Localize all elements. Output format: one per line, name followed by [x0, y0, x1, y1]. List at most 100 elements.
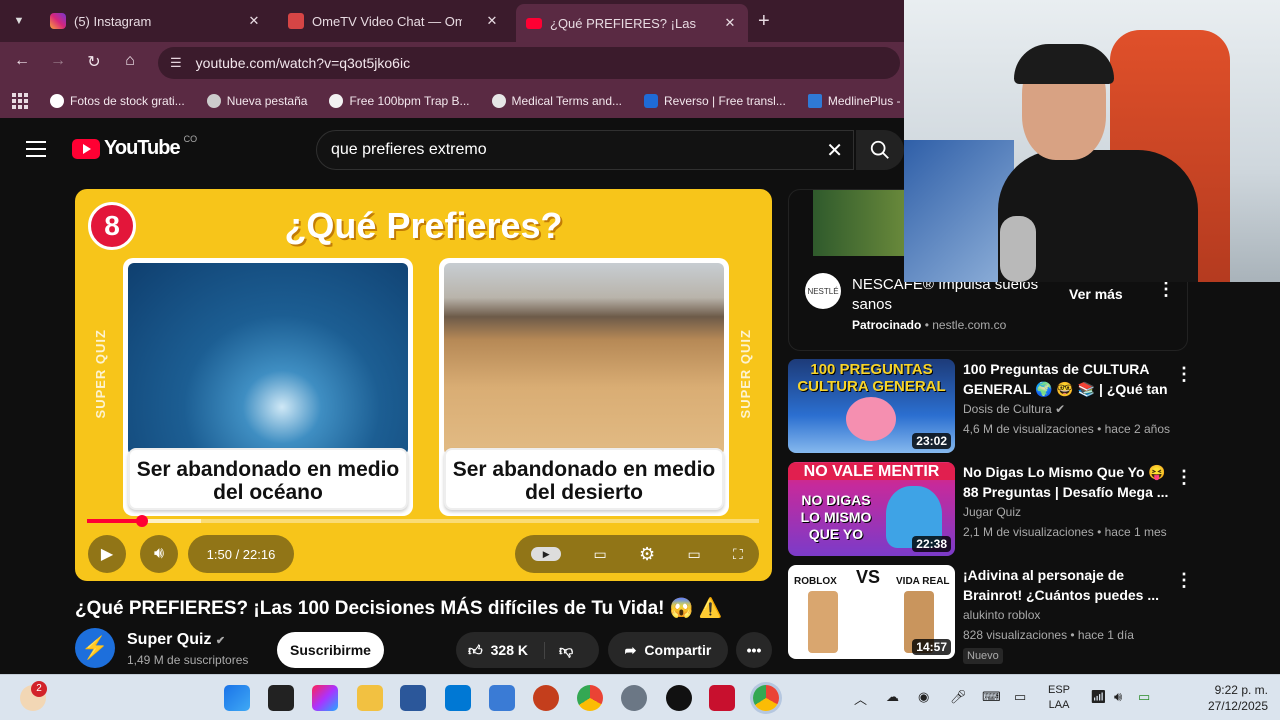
play-button[interactable]: ▶: [88, 535, 126, 573]
obs-icon[interactable]: [666, 685, 692, 711]
play-icon: ▶: [100, 546, 114, 563]
back-button[interactable]: ←: [10, 52, 34, 70]
dislike-button[interactable]: 👎︎: [545, 642, 573, 659]
volume-tray-icon[interactable]: 🔊︎: [1114, 689, 1122, 705]
bookmark-item[interactable]: Fotos de stock grati...: [50, 94, 185, 108]
fullscreen-icon[interactable]: ⛶: [733, 546, 743, 563]
close-tab-icon[interactable]: ✕: [722, 15, 738, 31]
video-progress-bar[interactable]: [87, 515, 759, 527]
settings-icon[interactable]: [621, 685, 647, 711]
video-player[interactable]: ¿Qué Prefieres? 8 SUPER QUIZ SUPER QUIZ …: [75, 189, 772, 581]
bookmark-favicon-icon: [329, 94, 344, 108]
notification-badge: 2: [31, 681, 47, 697]
close-tab-icon[interactable]: ✕: [484, 13, 500, 29]
word-icon[interactable]: [400, 685, 426, 711]
tab-search-button[interactable]: ▼: [6, 8, 32, 34]
video-menu-icon[interactable]: ⋮: [1175, 468, 1193, 486]
bookmark-item[interactable]: Reverso | Free transl...: [644, 94, 786, 108]
windows-start-icon[interactable]: [224, 685, 250, 711]
taskbar: 2 ︿ ☁ ◉ 🎤︎ ⌨ ▭ ESP LAA 📶︎ 🔊︎ ▭ 9:22 p. m.…: [0, 674, 1280, 720]
chrome-icon[interactable]: [577, 685, 603, 711]
task-view-icon[interactable]: [268, 685, 294, 711]
volume-button[interactable]: 🔊︎: [140, 535, 178, 573]
ad-menu-icon[interactable]: ⋮: [1157, 280, 1175, 298]
video-duration: 14:57: [912, 639, 951, 655]
recommended-video[interactable]: NO VALE MENTIR NO DIGAS LO MISMO QUE YO …: [788, 462, 1208, 558]
video-thumbnail: NO VALE MENTIR NO DIGAS LO MISMO QUE YO …: [788, 462, 955, 556]
search-icon: [870, 140, 889, 159]
search-button[interactable]: [856, 130, 904, 170]
chevron-up-icon[interactable]: ︿: [854, 689, 867, 708]
keyboard-icon[interactable]: ⌨: [982, 689, 1001, 705]
option-left-label: Ser abandonado en medio del océano: [128, 448, 408, 510]
input-language[interactable]: ESP LAA: [1048, 683, 1070, 713]
address-bar[interactable]: ☰ youtube.com/watch?v=q3ot5jko6ic: [158, 47, 900, 79]
chrome-profile-icon[interactable]: [753, 685, 779, 711]
search-input[interactable]: que prefieres extremo ✕: [316, 130, 854, 170]
reload-button[interactable]: ↻: [82, 52, 106, 72]
like-button[interactable]: 👍︎ 328 K: [468, 641, 545, 659]
tab-instagram[interactable]: (5) Instagram ✕: [40, 6, 272, 36]
file-explorer-icon[interactable]: [357, 685, 383, 711]
autoplay-toggle[interactable]: ▶: [531, 547, 562, 561]
clear-search-icon[interactable]: ✕: [826, 138, 843, 163]
microphone-icon[interactable]: 🎤︎: [950, 689, 967, 705]
channel-name[interactable]: alukinto roblox: [963, 608, 1040, 622]
home-button[interactable]: ⌂: [118, 52, 142, 70]
theater-mode-icon[interactable]: ▭: [687, 546, 700, 563]
tab-ometv[interactable]: OmeTV Video Chat — Omegle ✕: [278, 6, 510, 36]
played-bar: [87, 519, 142, 523]
settings-gear-icon[interactable]: ⚙: [639, 544, 655, 565]
youtube-logo[interactable]: YouTube CO: [72, 134, 197, 160]
video-title: ¿Qué PREFIERES? ¡Las 100 Decisiones MÁS …: [75, 598, 723, 619]
share-button[interactable]: ➦ Compartir: [608, 632, 728, 668]
forward-button[interactable]: →: [46, 52, 70, 70]
option-right-label: Ser abandonado en medio del desierto: [444, 448, 724, 510]
bookmark-item[interactable]: MedlinePlus - Inf: [807, 94, 917, 108]
more-actions-button[interactable]: •••: [736, 632, 772, 668]
channel-name[interactable]: Jugar Quiz: [963, 505, 1021, 519]
close-tab-icon[interactable]: ✕: [246, 13, 262, 29]
youtube-icon: [526, 17, 542, 29]
video-menu-icon[interactable]: ⋮: [1175, 365, 1193, 383]
mcafee-icon[interactable]: [709, 685, 735, 711]
teams-icon[interactable]: ◉: [918, 689, 929, 705]
wifi-icon[interactable]: 📶︎: [1090, 689, 1107, 705]
recommended-video[interactable]: ROBLOX VS VIDA REAL 14:57 ¡Adivina al pe…: [788, 565, 1208, 664]
tab-youtube-active[interactable]: ¿Qué PREFIERES? ¡Las 100 Deci ✕: [516, 4, 748, 42]
subtitles-icon[interactable]: ▭: [593, 546, 606, 563]
video-title: 100 Preguntas de CULTURA GENERAL 🌍 🤓 📚 |…: [963, 361, 1168, 397]
question-number-badge: 8: [88, 202, 136, 250]
video-menu-icon[interactable]: ⋮: [1175, 571, 1193, 589]
site-info-icon[interactable]: ☰: [170, 55, 182, 71]
store-icon[interactable]: [445, 685, 471, 711]
option-card-left: Ser abandonado en medio del océano: [123, 258, 413, 516]
question-title: ¿Qué Prefieres?: [284, 205, 563, 246]
channel-name[interactable]: Dosis de Cultura ✔: [963, 402, 1065, 416]
display-icon[interactable]: ▭: [1014, 689, 1026, 705]
side-label-right: SUPER QUIZ: [738, 329, 753, 419]
ad-cta-button[interactable]: Ver más: [1053, 281, 1139, 307]
like-dislike-group: 👍︎ 328 K 👎︎: [456, 632, 599, 668]
copilot-icon[interactable]: [312, 685, 338, 711]
new-tab-button[interactable]: +: [758, 10, 770, 33]
bookmark-item[interactable]: Medical Terms and...: [491, 94, 622, 108]
recommended-video[interactable]: 100 PREGUNTAS CULTURA GENERAL 23:02 100 …: [788, 359, 1208, 455]
bookmark-item[interactable]: Free 100bpm Trap B...: [329, 94, 470, 108]
subscribe-button[interactable]: Suscribirme: [277, 632, 384, 668]
battery-icon[interactable]: ▭: [1138, 689, 1150, 705]
channel-name[interactable]: Super Quiz ✔: [127, 631, 225, 649]
cloud-off-icon[interactable]: ☁: [886, 689, 899, 705]
option-card-right: Ser abandonado en medio del desierto: [439, 258, 729, 516]
scrubber-handle[interactable]: [136, 515, 148, 527]
player-controls-right: ▶ ▭ ⚙ ▭ ⛶: [515, 535, 759, 573]
video-thumbnail: ROBLOX VS VIDA REAL 14:57: [788, 565, 955, 659]
channel-avatar[interactable]: ⚡: [75, 628, 115, 668]
bookmark-item[interactable]: Nueva pestaña: [206, 94, 307, 108]
clock[interactable]: 9:22 p. m. 27/12/2025: [1176, 682, 1268, 714]
powerpoint-icon[interactable]: [533, 685, 559, 711]
apps-grid-icon[interactable]: [12, 93, 28, 109]
menu-icon[interactable]: [26, 141, 46, 162]
webcam-overlay: [904, 0, 1280, 282]
calendar-icon[interactable]: [489, 685, 515, 711]
